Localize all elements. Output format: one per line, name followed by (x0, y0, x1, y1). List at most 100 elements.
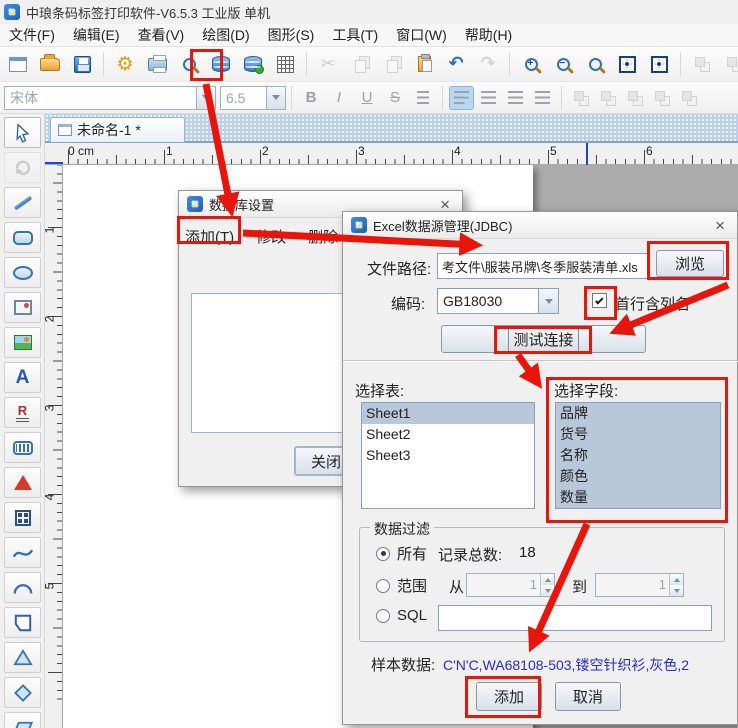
filter-all-radio-row[interactable]: 所有 (376, 543, 427, 564)
zoom-out-button[interactable]: − (549, 50, 578, 78)
arc-tool[interactable] (4, 572, 41, 603)
list-item[interactable]: Sheet1 (362, 403, 534, 424)
grid-toggle-button[interactable] (271, 50, 300, 78)
spin-up-button[interactable] (670, 574, 683, 585)
range-to-spinner[interactable]: 1 (595, 573, 684, 597)
list-item[interactable]: 数量 (556, 487, 720, 508)
equal-size-button[interactable] (676, 86, 701, 110)
db-modify-menu-item[interactable]: 修改 (256, 226, 286, 247)
spin-up-button[interactable] (541, 574, 554, 585)
duplicate-button[interactable] (378, 50, 407, 78)
redo-button[interactable]: ↷ (474, 50, 503, 78)
bold-button[interactable]: B (298, 86, 324, 110)
parallelogram-tool[interactable] (4, 712, 41, 728)
menu-edit[interactable]: 编辑(E) (64, 22, 129, 48)
copy-button[interactable] (346, 50, 375, 78)
radio-icon[interactable] (376, 579, 390, 593)
menu-file[interactable]: 文件(F) (0, 22, 64, 48)
filter-range-radio-row[interactable]: 范围 (376, 575, 427, 596)
new-document-button[interactable] (4, 50, 33, 78)
zoom-reset-button[interactable] (581, 50, 610, 78)
special-shape-tool[interactable] (4, 467, 41, 498)
diamond-tool[interactable] (4, 677, 41, 708)
paste-button[interactable] (410, 50, 439, 78)
spin-down-button[interactable] (541, 585, 554, 596)
distribute-h-button[interactable] (568, 86, 593, 110)
print-preview-button[interactable] (175, 50, 204, 78)
rich-text-tool[interactable]: R (4, 397, 41, 428)
rounded-rect-tool[interactable] (4, 222, 41, 253)
send-backward-button[interactable] (720, 50, 738, 78)
align-center-button[interactable] (476, 86, 501, 110)
rotate-tool[interactable] (4, 152, 41, 183)
print-button[interactable] (143, 50, 172, 78)
picture-tool[interactable] (4, 327, 41, 358)
distribute-v-button[interactable] (595, 86, 620, 110)
polygon-tool[interactable] (4, 607, 41, 638)
line-tool[interactable] (4, 187, 41, 218)
menu-shape[interactable]: 图形(S) (259, 22, 324, 48)
list-item[interactable]: 品牌 (556, 403, 720, 424)
ellipse-tool[interactable] (4, 257, 41, 288)
encoding-combo[interactable]: GB18030 (437, 288, 559, 314)
fit-page-button[interactable] (613, 50, 642, 78)
save-button[interactable] (68, 50, 97, 78)
menu-draw[interactable]: 绘图(D) (193, 22, 258, 48)
font-family-dropdown-button[interactable] (196, 87, 215, 109)
file-path-field[interactable]: 考文件\服装吊牌\冬季服装清单.xls (437, 253, 649, 279)
browse-button[interactable]: 浏览 (656, 250, 724, 277)
curve-tool[interactable] (4, 537, 41, 568)
close-icon[interactable]: × (436, 196, 454, 213)
list-item[interactable]: 颜色 (556, 466, 720, 487)
field-list[interactable]: 品牌 货号 名称 颜色 数量 (555, 402, 721, 509)
open-button[interactable] (36, 50, 65, 78)
zoom-in-button[interactable]: + (517, 50, 546, 78)
cancel-button[interactable]: 取消 (555, 682, 621, 711)
menu-view[interactable]: 查看(V) (129, 22, 194, 48)
add-button[interactable]: 添加 (476, 682, 542, 711)
select-tool[interactable] (4, 117, 41, 148)
filter-sql-radio-row[interactable]: SQL (376, 607, 427, 624)
font-size-combo[interactable]: 6.5 (220, 86, 286, 110)
equal-height-button[interactable] (649, 86, 674, 110)
font-family-combo[interactable]: 宋体 (4, 86, 216, 110)
close-icon[interactable]: × (711, 217, 729, 234)
spin-down-button[interactable] (670, 585, 683, 596)
strikethrough-button[interactable]: S (382, 86, 408, 110)
list-item[interactable]: 货号 (556, 424, 720, 445)
encoding-dropdown-button[interactable] (538, 289, 558, 313)
text-direction-button[interactable] (410, 86, 436, 110)
fit-width-button[interactable] (645, 50, 674, 78)
table-list[interactable]: Sheet1 Sheet2 Sheet3 (361, 402, 535, 509)
bring-forward-button[interactable] (688, 50, 717, 78)
test-connection-button[interactable]: 测试连接 (441, 325, 646, 353)
underline-button[interactable]: U (354, 86, 380, 110)
font-size-dropdown-button[interactable] (266, 87, 285, 109)
sql-input[interactable] (438, 605, 712, 631)
db-add-menu-item[interactable]: 添加(T) (185, 226, 234, 247)
image-frame-tool[interactable] (4, 292, 41, 323)
database-setup-button[interactable] (207, 50, 236, 78)
list-item[interactable]: Sheet2 (362, 424, 534, 445)
triangle-tool[interactable] (4, 642, 41, 673)
header-row-checkbox[interactable] (592, 293, 607, 308)
menu-tools[interactable]: 工具(T) (323, 22, 387, 48)
tab-untitled-1[interactable]: 未命名-1 * (50, 117, 185, 142)
radio-selected-icon[interactable] (376, 547, 390, 561)
align-justify-button[interactable] (530, 86, 555, 110)
menu-window[interactable]: 窗口(W) (387, 22, 456, 48)
list-item[interactable]: Sheet3 (362, 445, 534, 466)
radio-icon[interactable] (376, 609, 390, 623)
undo-button[interactable]: ↶ (442, 50, 471, 78)
range-from-spinner[interactable]: 1 (466, 573, 555, 597)
barcode-tool[interactable] (4, 432, 41, 463)
database-connect-button[interactable] (239, 50, 268, 78)
db-delete-menu-item[interactable]: 删除 (308, 226, 338, 247)
align-left-button[interactable] (449, 86, 474, 110)
italic-button[interactable]: I (326, 86, 352, 110)
cut-button[interactable]: ✂ (314, 50, 343, 78)
list-item[interactable]: 名称 (556, 445, 720, 466)
equal-width-button[interactable] (622, 86, 647, 110)
qrcode-tool[interactable] (4, 502, 41, 533)
settings-button[interactable]: ⚙ (111, 50, 140, 78)
